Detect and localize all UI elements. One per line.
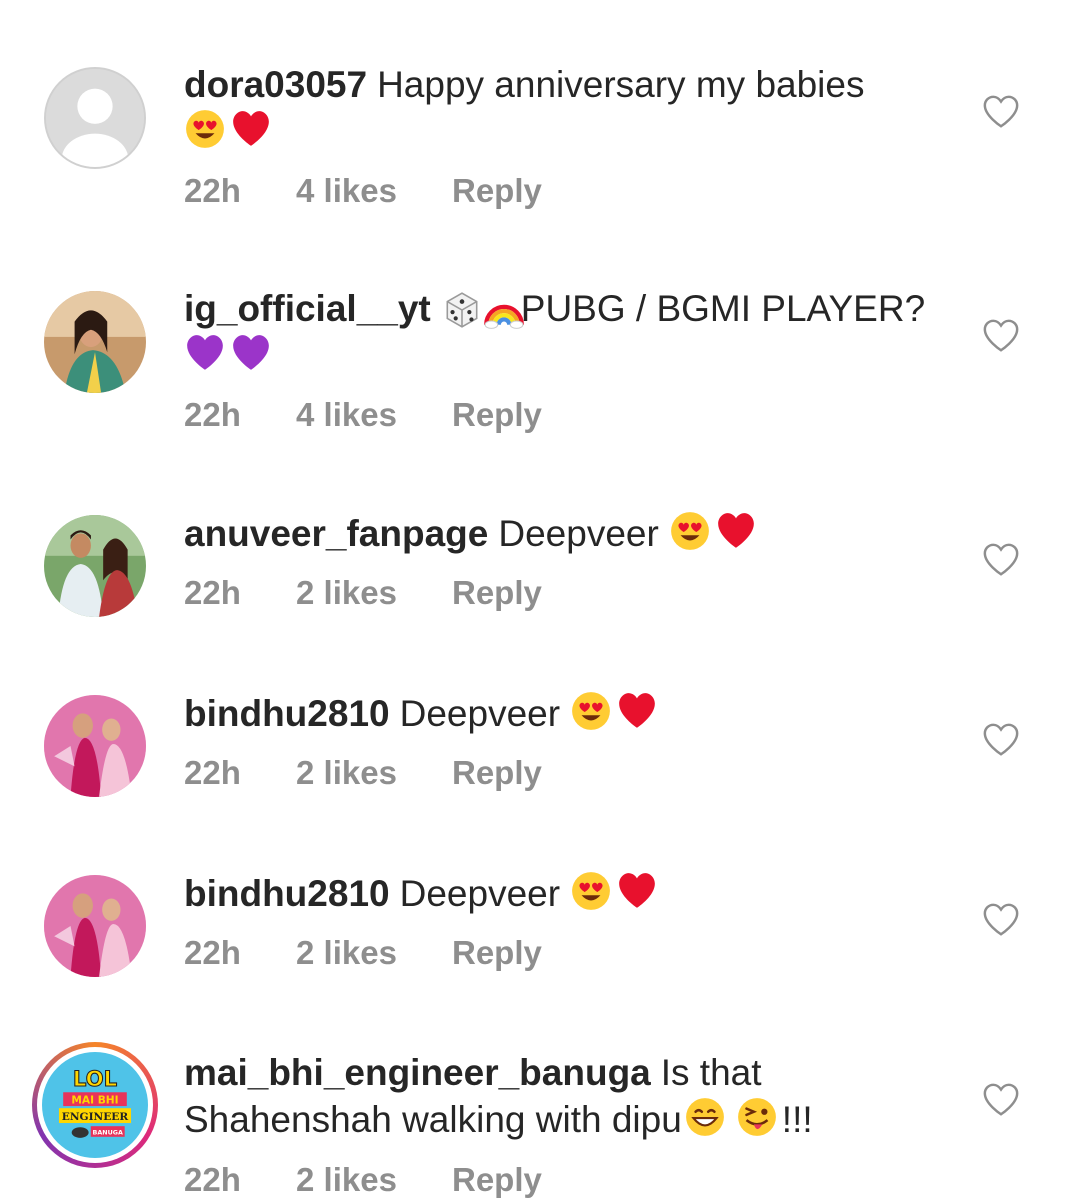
purple-heart-emoji xyxy=(230,332,272,374)
reply-button[interactable]: Reply xyxy=(452,395,542,435)
comment-likes[interactable]: 4 likes xyxy=(296,395,397,435)
avatar[interactable] xyxy=(44,875,146,977)
comment-text: Happy anniversary my babies xyxy=(377,64,865,105)
rainbow-emoji xyxy=(483,289,524,329)
comment-text: Deepveer xyxy=(399,693,561,734)
reply-button[interactable]: Reply xyxy=(452,171,542,211)
comment-likes[interactable]: 2 likes xyxy=(296,753,397,793)
comment-username[interactable]: dora03057 xyxy=(184,64,367,105)
comment-time: 22h xyxy=(184,1161,241,1198)
reply-button[interactable]: Reply xyxy=(452,1160,542,1200)
avatar-logo-line1: LOL xyxy=(73,1066,117,1091)
red-heart-emoji xyxy=(616,690,658,732)
story-ring-avatar[interactable]: LOL MAI BHI ENGINEER BANUGA xyxy=(32,1042,158,1168)
comment-time: 22h xyxy=(184,396,241,433)
like-comment-button[interactable] xyxy=(982,1082,1020,1118)
profile-photo xyxy=(44,515,146,617)
comment-likes[interactable]: 2 likes xyxy=(296,933,397,973)
heart-outline-icon xyxy=(983,903,1019,936)
heart-outline-icon xyxy=(983,95,1019,128)
reply-button[interactable]: Reply xyxy=(452,933,542,973)
heart-outline-icon xyxy=(983,723,1019,756)
heart-eyes-emoji xyxy=(669,510,711,552)
comment-body: dora03057 Happy anniversary my babies xyxy=(184,62,944,155)
avatar[interactable] xyxy=(44,695,146,797)
avatar-logo-line4: BANUGA xyxy=(93,1130,123,1137)
comment-username[interactable]: bindhu2810 xyxy=(184,693,390,734)
comment-time: 22h xyxy=(184,754,241,791)
like-comment-button[interactable] xyxy=(982,902,1020,938)
avatar-logo-line3: ENGINEER xyxy=(62,1111,129,1123)
like-comment-button[interactable] xyxy=(982,542,1020,578)
comment-body: mai_bhi_engineer_banuga Is that Shahensha… xyxy=(184,1050,944,1143)
heart-eyes-emoji xyxy=(184,108,226,150)
like-comment-button[interactable] xyxy=(982,94,1020,130)
engineer-logo-icon: LOL MAI BHI ENGINEER BANUGA xyxy=(42,1052,148,1158)
comment-time: 22h xyxy=(184,934,241,971)
reply-button[interactable]: Reply xyxy=(452,573,542,613)
reply-button[interactable]: Reply xyxy=(452,753,542,793)
comment-likes[interactable]: 4 likes xyxy=(296,171,397,211)
comment-body: ig_official__yt PUBG / BGMI PLAYER? xyxy=(184,286,944,379)
avatar-logo-line2: MAI BHI xyxy=(71,1094,118,1106)
comment-text-suffix: !!! xyxy=(781,1099,813,1140)
profile-photo xyxy=(44,695,146,797)
comment-username[interactable]: mai_bhi_engineer_banuga xyxy=(184,1052,651,1093)
comment-username[interactable]: ig_official__yt xyxy=(184,288,431,329)
comment-list: dora03057 Happy anniversary my babies 22h… xyxy=(0,0,1080,1204)
comment-username[interactable]: bindhu2810 xyxy=(184,873,390,914)
heart-eyes-emoji xyxy=(570,690,612,732)
comment-body: anuveer_fanpage Deepveer xyxy=(184,510,944,557)
comment-text: Deepveer xyxy=(399,873,561,914)
comment-text: Deepveer xyxy=(498,513,659,554)
comment-username[interactable]: anuveer_fanpage xyxy=(184,513,488,554)
profile-photo xyxy=(44,875,146,977)
profile-photo xyxy=(44,291,146,393)
avatar[interactable] xyxy=(44,515,146,617)
heart-outline-icon xyxy=(983,543,1019,576)
avatar[interactable] xyxy=(44,67,146,169)
comment-body: bindhu2810 Deepveer xyxy=(184,690,944,737)
heart-outline-icon xyxy=(983,1083,1019,1116)
default-avatar-icon xyxy=(46,69,144,167)
like-comment-button[interactable] xyxy=(982,722,1020,758)
red-heart-emoji xyxy=(715,510,757,552)
comment-likes[interactable]: 2 likes xyxy=(296,573,397,613)
heart-eyes-emoji xyxy=(570,870,612,912)
grinning-emoji xyxy=(684,1096,726,1138)
comment-text: PUBG / BGMI PLAYER? xyxy=(520,288,926,329)
comment-time: 22h xyxy=(184,172,241,209)
comment-likes[interactable]: 2 likes xyxy=(296,1160,397,1200)
heart-outline-icon xyxy=(983,319,1019,352)
red-heart-emoji xyxy=(616,870,658,912)
comment-body: bindhu2810 Deepveer xyxy=(184,870,944,917)
red-heart-emoji xyxy=(230,108,272,150)
avatar[interactable] xyxy=(44,291,146,393)
comment-time: 22h xyxy=(184,574,241,611)
like-comment-button[interactable] xyxy=(982,318,1020,354)
winking-tongue-emoji xyxy=(736,1096,778,1138)
purple-heart-emoji xyxy=(184,332,226,374)
dice-emoji xyxy=(441,289,479,328)
